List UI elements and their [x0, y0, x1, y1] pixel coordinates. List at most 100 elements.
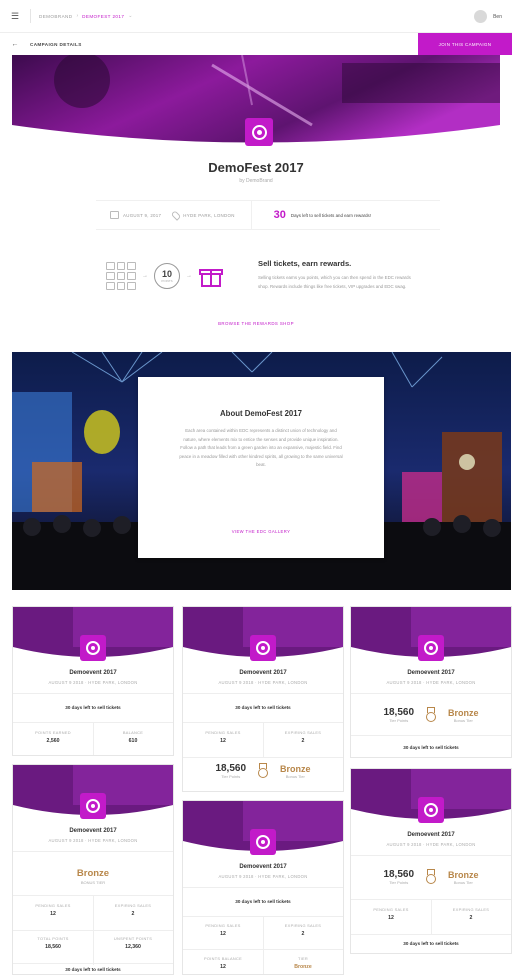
stat-value: 12 [220, 964, 226, 970]
calendar-icon [110, 211, 119, 219]
arrow-icon: → [142, 273, 148, 279]
stat-label: Expiring sales [284, 730, 322, 735]
gift-icon [198, 263, 224, 289]
event-date: August 9 2018 · Hyde Park, London [386, 680, 476, 685]
event-card[interactable]: Demoevent 2017 August 9 2018 · Hyde Park… [182, 606, 344, 792]
stat-expiring-sales: Expiring sales 2 [263, 923, 343, 937]
stat-value: 2,560 [46, 738, 60, 744]
points-badge: 10 Points [154, 263, 180, 289]
rewards-description: Sell tickets, earn rewards. Selling tick… [258, 259, 418, 291]
user-name: Ben [493, 13, 502, 20]
stat-points-earned: Points earned 2,560 [13, 730, 93, 744]
event-logo [418, 635, 444, 661]
divider [351, 855, 511, 856]
event-location-text: Hyde Park, London [183, 212, 235, 218]
campaign-byline: by DemoBrand [239, 178, 273, 184]
divider [30, 9, 31, 23]
event-date: August 9 2018 · Hyde Park, London [48, 680, 138, 685]
tier-name: Bronze [280, 763, 311, 774]
chevron-down-icon[interactable]: ⌄ [128, 13, 132, 19]
event-card[interactable]: Demoevent 2017 August 9 2018 · Hyde Park… [350, 606, 512, 758]
event-title: Demoevent 2017 [239, 670, 287, 676]
stat-value: 12 [388, 915, 394, 921]
divider [183, 757, 343, 758]
event-card[interactable]: Demoevent 2017 August 9 2018 · Hyde Park… [350, 768, 512, 954]
stat-pending-sales: Pending sales 12 [351, 907, 431, 921]
days-left-text: Days left to sell tickets and earn rewar… [290, 212, 371, 218]
avatar [474, 10, 488, 23]
stat-label: Expiring sales [114, 903, 152, 908]
stat-unspent-points: Unspent points 12,360 [93, 936, 173, 950]
tier-points-value: 18,560 [383, 707, 415, 718]
event-card[interactable]: Demoevent 2017 August 9 2018 · Hyde Park… [12, 764, 174, 975]
about-body: Each area contained within EDC represent… [179, 428, 343, 468]
event-logo [250, 829, 276, 855]
event-title: Demoevent 2017 [69, 670, 117, 676]
tier-label: Bonus Tier [285, 773, 305, 779]
join-campaign-button[interactable]: Join this campaign [418, 33, 512, 55]
rewards-heading: Sell tickets, earn rewards. [258, 259, 352, 268]
tier-label: Bonus Tier [453, 717, 473, 723]
days-left-text: 30 days left to sell tickets [403, 745, 459, 750]
stat-label: Total points [37, 936, 69, 941]
tier-name: Bronze [448, 869, 479, 880]
days-left-text: 30 days left to sell tickets [65, 967, 121, 972]
divider [250, 200, 252, 230]
stat-total-points: Total points 18,560 [13, 936, 93, 950]
event-card[interactable]: Demoevent 2017 August 9 2018 · Hyde Park… [182, 800, 344, 975]
event-date: August 9 2018 · Hyde Park, London [218, 680, 308, 685]
event-date: August 9, 2017 [110, 211, 161, 219]
stat-value: 2 [131, 911, 135, 917]
user-menu[interactable]: Ben [474, 10, 502, 23]
stat-expiring-sales: Expiring sales 2 [93, 903, 173, 917]
breadcrumb-separator: › [76, 13, 79, 19]
divider [13, 693, 173, 694]
tier-label: Bonus Tier [453, 879, 473, 885]
tier-name: Bronze [76, 868, 110, 879]
event-card[interactable]: Demoevent 2017 August 9 2018 · Hyde Park… [12, 606, 174, 756]
hamburger-menu-icon[interactable]: ☰ [0, 0, 30, 33]
event-title: Demoevent 2017 [407, 670, 455, 676]
stat-expiring-sales: Expiring sales 2 [263, 730, 343, 744]
stat-label: Points balance [204, 956, 242, 961]
stat-label: Tier [297, 956, 309, 961]
tier-points-label: Tier Points [389, 718, 409, 723]
divider [13, 930, 173, 931]
rewards-illustration: → 10 Points → [106, 262, 224, 290]
points-value: 10 [161, 269, 172, 279]
event-logo [80, 793, 106, 819]
stat-label: Pending sales [35, 903, 71, 908]
stat-expiring-sales: Expiring sales 2 [431, 907, 511, 921]
tier-name: Bronze [448, 707, 479, 718]
days-left-count: 30 [273, 209, 286, 221]
arrow-icon: → [186, 273, 192, 279]
page-subtitle: Campaign Details [30, 41, 82, 47]
divider [183, 887, 343, 888]
top-bar: ☰ DemoBrand › DemoFest 2017 ⌄ Ben [0, 0, 512, 33]
tier-points-label: Tier Points [389, 880, 409, 885]
browse-rewards-link[interactable]: Browse the rewards shop [0, 321, 512, 326]
breadcrumb-campaign[interactable]: DemoFest 2017 [82, 14, 124, 19]
event-logo [418, 797, 444, 823]
tier-summary: 18,560 Tier Points Bronze Bonus Tier [351, 707, 511, 723]
stat-pending-sales: Pending sales 12 [13, 903, 93, 917]
divider [183, 693, 343, 694]
divider [13, 963, 173, 964]
points-label: Points [161, 279, 173, 283]
event-title: Demoevent 2017 [69, 828, 117, 834]
breadcrumb-brand[interactable]: DemoBrand [39, 14, 72, 19]
view-gallery-link[interactable]: View the EDC gallery [138, 529, 384, 534]
about-title: About DemoFest 2017 [220, 409, 302, 418]
back-arrow-icon[interactable]: ← [0, 41, 30, 48]
divider [13, 851, 173, 852]
stat-label: Balance [122, 730, 144, 735]
stat-value: 12 [220, 738, 226, 744]
tier-points-value: 18,560 [215, 763, 247, 774]
campaign-title: DemoFest 2017 [208, 160, 304, 175]
event-date-text: August 9, 2017 [123, 212, 162, 218]
medal-icon [424, 869, 438, 885]
stat-value: 2 [301, 738, 305, 744]
days-left-text: 30 days left to sell tickets [235, 899, 291, 904]
stat-value: 18,560 [45, 944, 61, 950]
stat-value: 12,360 [125, 944, 141, 950]
